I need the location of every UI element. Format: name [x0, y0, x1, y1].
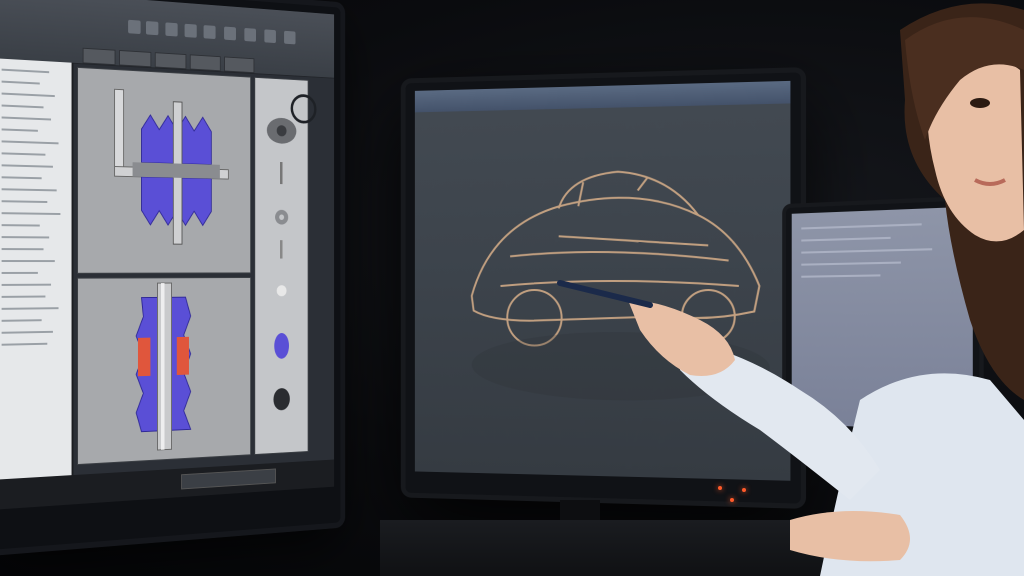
scene: [0, 0, 1024, 576]
stylus-icon: [557, 280, 653, 308]
person: [557, 3, 1024, 576]
